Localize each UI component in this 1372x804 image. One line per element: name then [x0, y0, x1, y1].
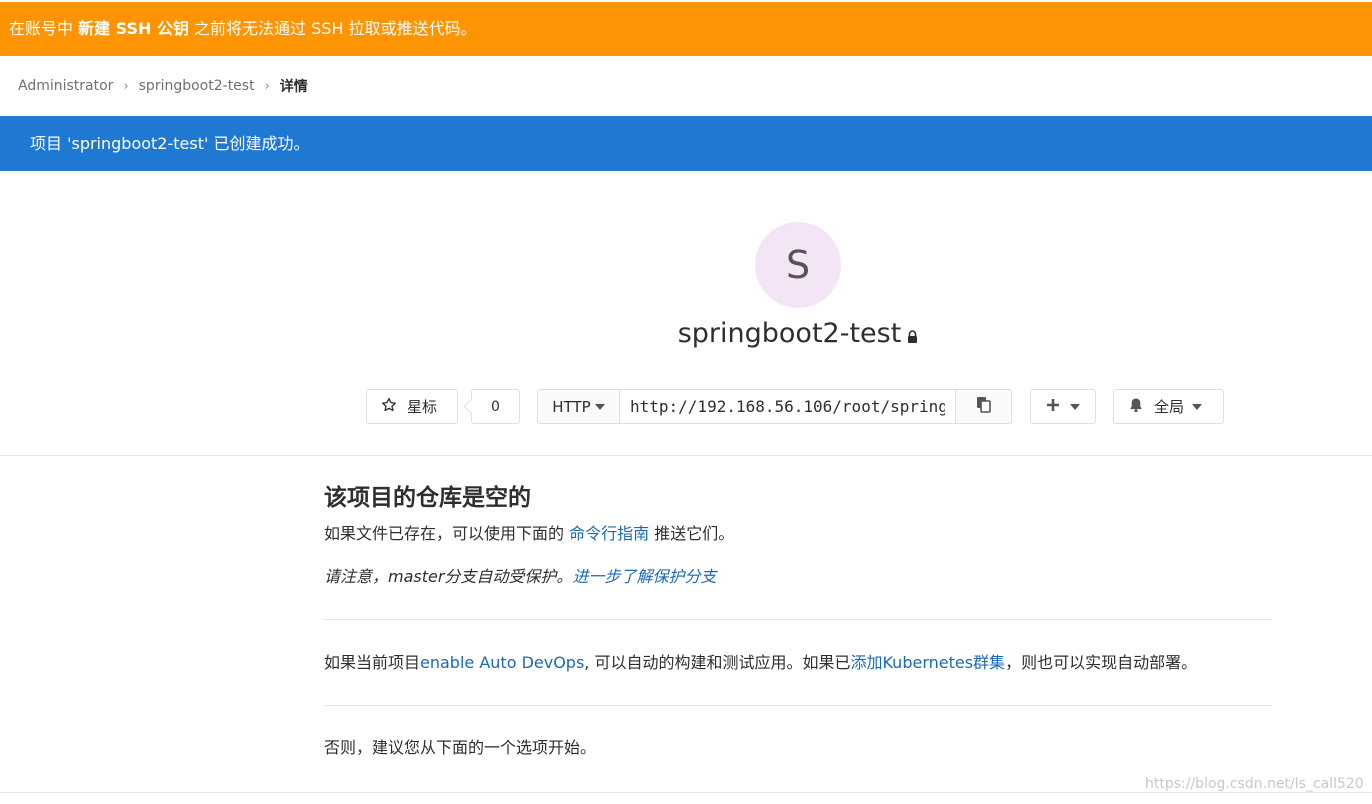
- notification-level-dropdown[interactable]: 全局: [1113, 389, 1224, 424]
- clone-url-input[interactable]: [620, 389, 956, 424]
- project-avatar: S: [755, 222, 841, 308]
- divider: [324, 705, 1272, 706]
- protected-branch-note: 请注意，master分支自动受保护。进一步了解保护分支: [324, 565, 1272, 589]
- auto-devops-hint-middle: , 可以自动的构建和测试应用。如果已: [584, 653, 851, 672]
- clone-protocol-dropdown[interactable]: HTTP: [537, 389, 620, 424]
- ssh-banner-suffix: 之前将无法通过 SSH 拉取或推送代码。: [188, 19, 477, 38]
- clone-url-group: HTTP: [537, 389, 1012, 424]
- caret-down-icon: [1192, 403, 1203, 410]
- breadcrumb-item-administrator[interactable]: Administrator: [18, 78, 113, 94]
- divider: [0, 792, 1372, 793]
- breadcrumb-item-project[interactable]: springboot2-test: [139, 78, 255, 94]
- star-label: 星标: [407, 398, 438, 416]
- command-line-hint-prefix: 如果文件已存在，可以使用下面的: [324, 524, 570, 543]
- ssh-banner-prefix: 在账号中: [9, 19, 79, 38]
- copy-url-button[interactable]: [956, 389, 1012, 424]
- breadcrumb: Administrator › springboot2-test › 详情: [18, 76, 308, 96]
- empty-repo-title: 该项目的仓库是空的: [324, 485, 531, 511]
- project-name: springboot2-test: [677, 318, 902, 349]
- copy-icon: [975, 396, 992, 417]
- star-button[interactable]: 星标: [366, 389, 458, 424]
- command-line-hint-suffix: 推送它们。: [649, 524, 735, 543]
- caret-down-icon: [594, 403, 605, 410]
- auto-devops-hint: 如果当前项目enable Auto DevOps, 可以自动的构建和测试应用。如…: [324, 651, 1272, 675]
- empty-repo-section: 该项目的仓库是空的 如果文件已存在，可以使用下面的 命令行指南 推送它们。 请注…: [324, 480, 1272, 760]
- clone-protocol-label: HTTP: [552, 397, 591, 416]
- chevron-right-icon: ›: [264, 78, 270, 94]
- chevron-right-icon: ›: [123, 78, 129, 94]
- ssh-key-warning-banner: 在账号中 新建 SSH 公钥 之前将无法通过 SSH 拉取或推送代码。: [0, 2, 1372, 56]
- star-count[interactable]: 0: [471, 389, 520, 424]
- options-intro: 否则，建议您从下面的一个选项开始。: [324, 738, 597, 757]
- add-new-dropdown-button[interactable]: [1030, 389, 1096, 424]
- notification-level-label: 全局: [1154, 398, 1185, 416]
- project-title: springboot2-test: [0, 318, 1372, 350]
- project-created-flash: 项目 'springboot2-test' 已创建成功。: [0, 116, 1372, 171]
- breadcrumb-item-current[interactable]: 详情: [280, 76, 308, 96]
- star-icon: [381, 397, 397, 417]
- lock-icon: [907, 319, 918, 350]
- command-line-instructions-link[interactable]: 命令行指南: [569, 524, 649, 543]
- watermark: https://blog.csdn.net/ls_call520: [1145, 776, 1364, 792]
- auto-devops-hint-prefix: 如果当前项目: [324, 653, 421, 672]
- command-line-hint: 如果文件已存在，可以使用下面的 命令行指南 推送它们。: [324, 522, 1272, 546]
- add-kubernetes-cluster-link[interactable]: 添加Kubernetes群集: [850, 653, 1005, 672]
- add-ssh-key-link[interactable]: 新建 SSH 公钥: [78, 19, 189, 38]
- auto-devops-hint-suffix: ，则也可以实现自动部署。: [1005, 653, 1198, 672]
- protected-branches-link[interactable]: 进一步了解保护分支: [572, 567, 716, 586]
- divider: [0, 455, 1372, 456]
- caret-down-icon: [1070, 403, 1080, 410]
- divider: [324, 619, 1272, 620]
- bell-icon: [1128, 397, 1144, 417]
- plus-icon: [1046, 398, 1060, 416]
- protected-branch-note-text: 请注意，master分支自动受保护。: [324, 567, 573, 586]
- enable-auto-devops-link[interactable]: enable Auto DevOps: [420, 653, 584, 672]
